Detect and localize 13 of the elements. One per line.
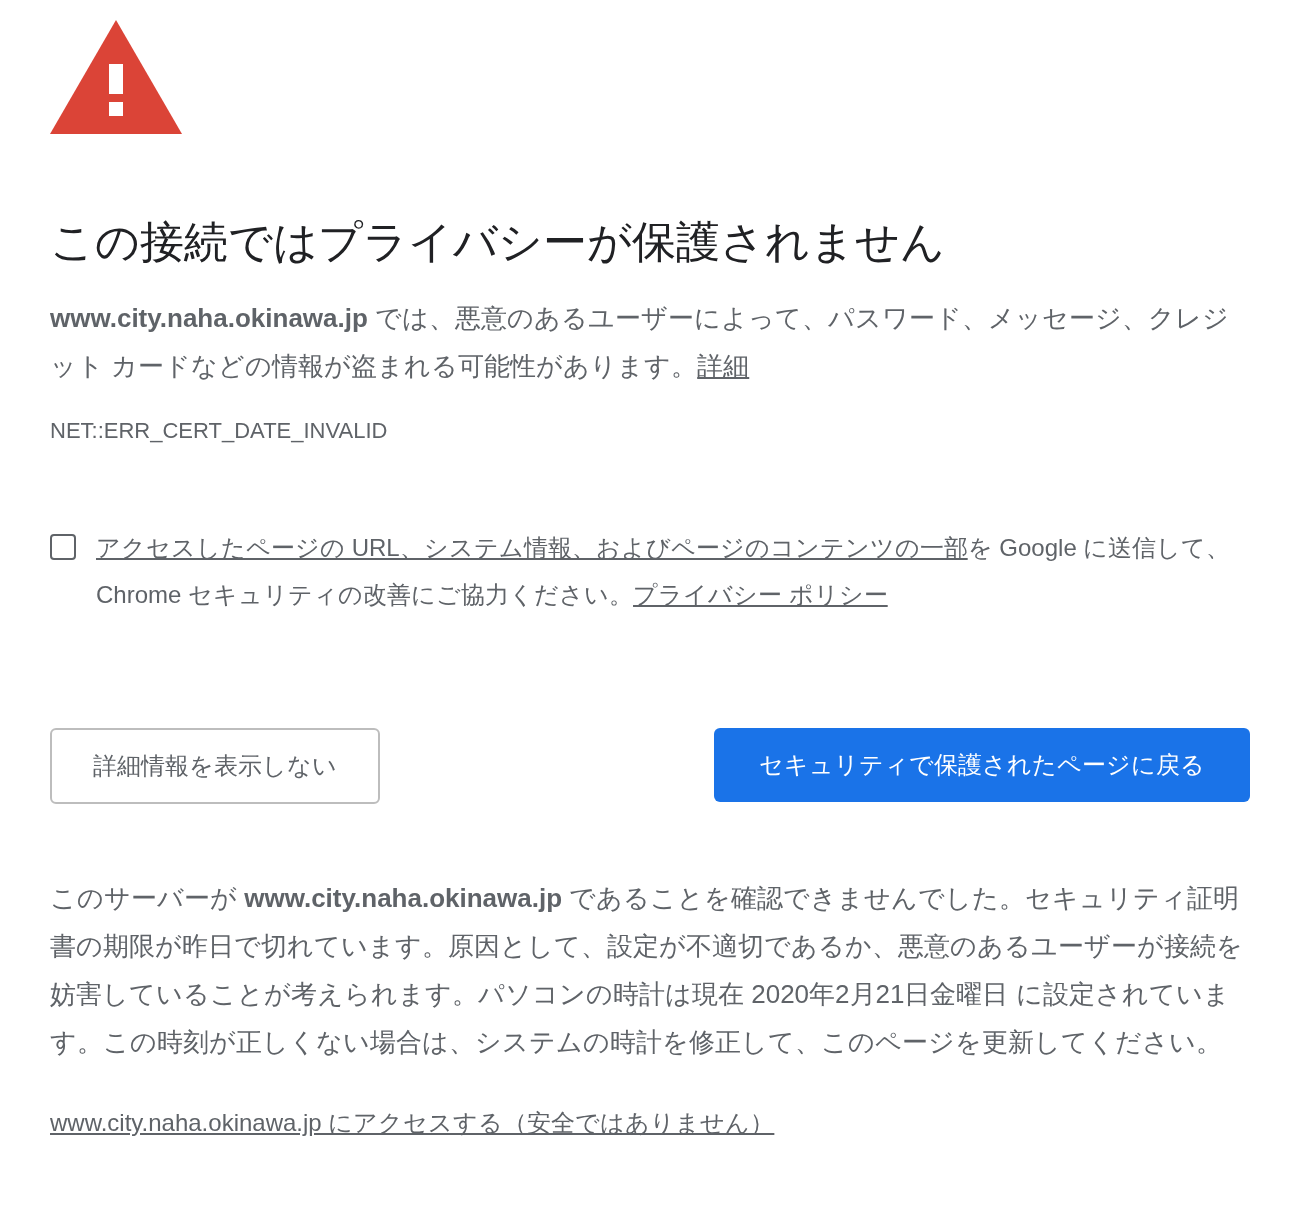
back-to-safety-button[interactable]: セキュリティで保護されたページに戻る (714, 728, 1250, 802)
error-code: NET::ERR_CERT_DATE_INVALID (50, 417, 389, 445)
page-heading: この接続ではプライバシーが保護されません (50, 216, 946, 268)
proceed-link[interactable]: www.city.naha.okinawa.jp にアクセスする（安全ではありません） (50, 1106, 775, 1140)
details-text: このサーバーが www.city.naha.okinawa.jp であることを確認できませんでした。セキュリティ証明書の期限が昨日で切れています。原因として、設定が不適切であるか、悪意のあるユーザーが接続を妨害していることが考えられます。パソコンの時計は現在 2020年2月21日金曜日 に設定されています。この時刻が正しくない場合は、システムの時計を修正して、このページを更新してください。 (50, 882, 1244, 1059)
report-info-link[interactable]: アクセスしたページの URL、システム情報、およびページのコンテンツの一部 (96, 534, 968, 561)
report-consent-text: アクセスしたページの URL、システム情報、およびページのコンテンツの一部を Google に送信して、Chrome セキュリティの改善にご協力ください。プライバシー ポリシー (96, 533, 1232, 610)
report-checkbox[interactable] (50, 534, 76, 560)
details-link[interactable]: 詳細 (697, 351, 750, 381)
privacy-policy-link[interactable]: プライバシー ポリシー (633, 581, 888, 608)
warning-message: www.city.naha.okinawa.jp では、悪意のあるユーザーによって、パスワード、メッセージ、クレジット カードなどの情報が盗まれる可能性があります。詳細 (50, 302, 1231, 383)
warning-icon (50, 20, 182, 134)
hide-details-button[interactable]: 詳細情報を表示しない (50, 728, 380, 804)
